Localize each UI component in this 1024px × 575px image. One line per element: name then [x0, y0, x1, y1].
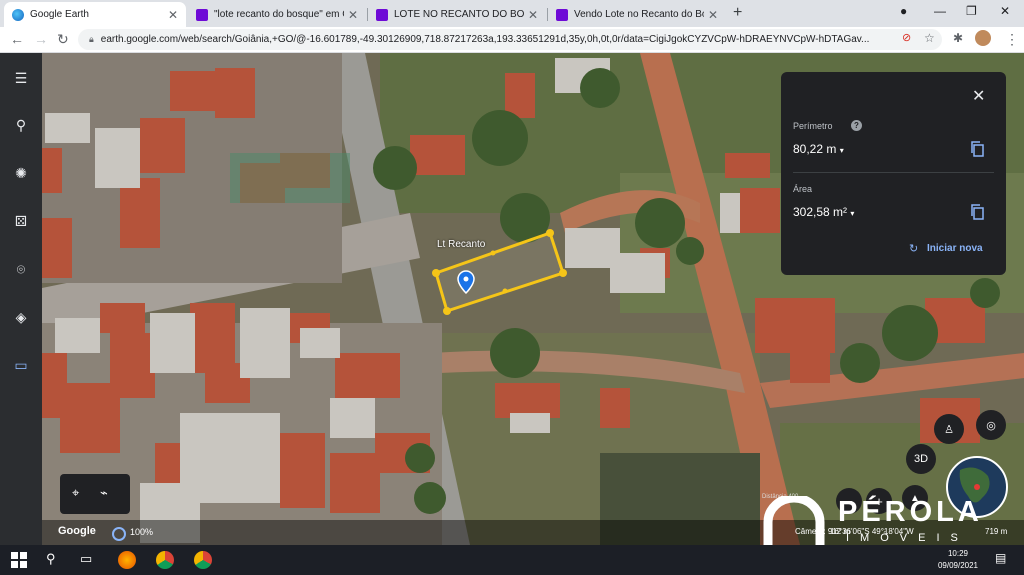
menu-icon[interactable]: ☰ — [11, 68, 31, 88]
firefox-icon[interactable] — [118, 551, 136, 569]
time: 10:29 — [947, 549, 969, 558]
tab-label: Google Earth — [30, 9, 89, 20]
chrome-icon[interactable] — [194, 551, 212, 569]
tab-label: LOTE NO RECANTO DO BOSQUE — [394, 9, 524, 20]
google-earth-icon — [12, 8, 24, 21]
olx-icon — [556, 8, 568, 21]
tab-search[interactable]: "lote recanto do bosque" em Go ✕ — [188, 2, 366, 27]
measure-ruler-icon[interactable]: ▭ — [11, 355, 31, 375]
projects-pin-icon[interactable]: ⌾ — [11, 259, 31, 279]
perimeter-label: Perímetro — [793, 121, 833, 131]
profile-dot-icon[interactable]: ● — [900, 4, 907, 18]
chrome-icon[interactable] — [156, 551, 174, 569]
avatar[interactable] — [975, 30, 991, 46]
google-attribution: Google — [58, 525, 96, 537]
menu-icon[interactable]: ⋮ — [1005, 31, 1019, 48]
chevron-down-icon[interactable]: ▾ — [840, 146, 844, 155]
copy-icon[interactable] — [970, 204, 984, 220]
loading-ring-icon — [112, 527, 126, 541]
3d-toggle-button[interactable]: 3D — [906, 444, 936, 474]
windows-taskbar: ⚲ ▭ ▤ — [0, 545, 1024, 575]
placemark-label[interactable]: Lt Recanto — [437, 239, 485, 250]
area-label: Área — [793, 184, 813, 194]
windows-start-icon[interactable] — [10, 551, 28, 569]
window-close-icon[interactable]: ✕ — [1000, 4, 1010, 18]
url-text[interactable]: earth.google.com/web/search/Goiânia,+GO/… — [101, 34, 901, 45]
tab-label: Vendo Lote no Recanto do Bosqu — [574, 9, 704, 20]
brand-sub: IMÓVEIS — [846, 532, 969, 544]
perimeter-value[interactable]: 80,22 m ▾ — [793, 142, 844, 156]
reload-icon[interactable]: ↻ — [57, 31, 69, 48]
map-tools: ⌖ ⌁ — [60, 474, 130, 514]
back-arrow-icon[interactable]: ← — [10, 31, 24, 47]
restore-icon[interactable]: ❐ — [966, 4, 977, 18]
my-location-icon[interactable]: ◎ — [976, 410, 1006, 440]
minimize-icon[interactable]: — — [934, 4, 946, 18]
perola-watermark: PÉROLA IMÓVEIS — [762, 494, 1012, 550]
tab-lote[interactable]: LOTE NO RECANTO DO BOSQUE ✕ — [368, 2, 546, 27]
notification-icon[interactable]: ▤ — [995, 551, 1013, 569]
perola-logo-icon — [763, 496, 825, 546]
olx-icon — [376, 8, 388, 21]
lock-icon: 🔒︎ — [89, 34, 94, 44]
tab-vendo[interactable]: Vendo Lote no Recanto do Bosqu ✕ — [548, 2, 726, 27]
help-icon[interactable]: ? — [851, 120, 862, 131]
tab-bar: Google Earth ✕ "lote recanto do bosque" … — [0, 0, 1024, 27]
refresh-icon[interactable]: ↻ — [909, 242, 918, 255]
voyager-icon[interactable]: ✺ — [11, 163, 31, 183]
date: 09/09/2021 — [937, 561, 979, 570]
close-icon[interactable]: ✕ — [972, 86, 985, 106]
start-new-button[interactable]: Iniciar nova — [927, 243, 983, 254]
earth-sidebar: ☰ ⚲ ✺ ⚄ ⌾ ◈ ▭ — [0, 53, 42, 545]
task-view-icon[interactable]: ▭ — [80, 551, 98, 569]
address-bar[interactable]: 🔒︎ earth.google.com/web/search/Goiânia,+… — [78, 29, 942, 50]
new-tab-button[interactable]: + — [733, 4, 742, 22]
layers-icon[interactable]: ◈ — [11, 307, 31, 327]
search-icon[interactable]: ⚲ — [11, 115, 31, 135]
close-icon[interactable]: ✕ — [348, 8, 358, 22]
pegman-icon[interactable]: ♙ — [934, 414, 964, 444]
search-icon[interactable]: ⚲ — [46, 551, 64, 569]
chevron-down-icon[interactable]: ▾ — [850, 209, 854, 218]
area-value[interactable]: 302,58 m² ▾ — [793, 205, 854, 219]
copy-icon[interactable] — [970, 141, 984, 157]
divider — [793, 172, 994, 173]
address-bar-row: ← → ↻ 🔒︎ earth.google.com/web/search/Goi… — [0, 27, 1024, 53]
zoom-level: 100% — [130, 527, 154, 537]
forward-arrow-icon[interactable]: → — [34, 31, 48, 47]
star-icon[interactable]: ☆ — [924, 31, 935, 45]
tab-google-earth[interactable]: Google Earth ✕ — [4, 2, 186, 27]
olx-icon — [196, 8, 208, 21]
close-icon[interactable]: ✕ — [528, 8, 538, 22]
taskbar-clock[interactable]: 10:29 09/09/2021 — [928, 548, 988, 572]
close-icon[interactable]: ✕ — [168, 8, 178, 22]
extensions-icon[interactable]: ✱ — [953, 31, 963, 45]
blocked-icon[interactable]: ⊘ — [902, 31, 911, 44]
brand-name: PÉROLA — [838, 496, 983, 528]
close-icon[interactable]: ✕ — [708, 8, 718, 22]
tab-label: "lote recanto do bosque" em Go — [214, 9, 344, 20]
measure-panel: ✕ Perímetro ? 80,22 m ▾ Área 302,58 m² ▾… — [781, 72, 1006, 275]
random-dice-icon[interactable]: ⚄ — [11, 211, 31, 231]
place-pin-icon[interactable]: ⌖ — [72, 485, 79, 501]
draw-line-icon[interactable]: ⌁ — [100, 485, 108, 501]
